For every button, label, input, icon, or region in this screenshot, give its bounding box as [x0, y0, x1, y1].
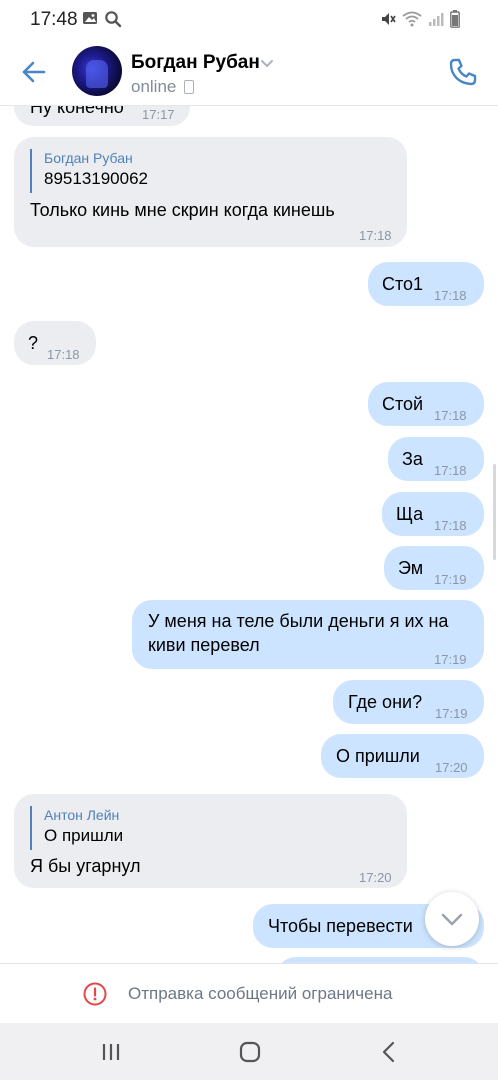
chevron-down-icon	[441, 913, 463, 926]
chevron-down-icon[interactable]	[258, 54, 276, 72]
image-icon	[82, 10, 98, 33]
scroll-down-button[interactable]	[425, 892, 479, 946]
recent-apps-icon	[102, 1044, 120, 1060]
message-time: 17:19	[434, 652, 467, 667]
status-time: 17:48	[30, 9, 78, 30]
battery-icon	[450, 10, 460, 33]
message-text-line-2: киви перевел	[148, 635, 260, 655]
message-text: Эм	[398, 558, 424, 578]
message-text: Ща	[396, 504, 424, 524]
message-text: ?	[28, 333, 39, 353]
message-time: 17:18	[434, 288, 467, 303]
avatar[interactable]	[72, 46, 122, 96]
message-time: 17:17	[142, 107, 175, 122]
phone-icon	[449, 58, 477, 86]
message-time: 17:18	[434, 408, 467, 423]
reply-author: Антон Лейн	[44, 807, 120, 823]
message-outgoing[interactable]: Эм 17:19	[384, 546, 484, 590]
message-text: О пришли	[336, 746, 420, 766]
message-outgoing[interactable]: За 17:18	[388, 437, 484, 481]
message-time: 17:20	[435, 760, 468, 775]
home-icon	[239, 1041, 261, 1063]
recent-apps-button[interactable]	[96, 1037, 126, 1067]
message-text: Чтобы перевести	[268, 916, 413, 936]
message-time: 17:18	[434, 463, 467, 478]
message-text: За	[402, 449, 423, 469]
mobile-online-icon	[184, 80, 194, 94]
reply-quote[interactable]: Богдан Рубан 89513190062	[30, 149, 148, 193]
message-incoming[interactable]: Ну конечно 17:17	[14, 106, 190, 126]
message-text: Где они?	[348, 692, 423, 712]
message-outgoing[interactable]: Стой 17:18	[368, 382, 484, 426]
message-text: Только кинь мне скрин когда кинешь	[30, 200, 335, 220]
reply-author: Богдан Рубан	[44, 150, 133, 166]
message-outgoing[interactable]: У меня на теле были деньги я их на киви …	[132, 600, 484, 669]
back-nav-button[interactable]	[374, 1037, 404, 1067]
message-time: 17:18	[434, 518, 467, 533]
scrollbar[interactable]	[493, 464, 496, 560]
message-list[interactable]: Ну конечно 17:17 Богдан Рубан 8951319006…	[0, 106, 498, 963]
message-time: 17:19	[435, 706, 468, 721]
alert-circle-icon	[83, 982, 107, 1006]
contact-name[interactable]: Богдан Рубан	[131, 52, 260, 74]
search-icon	[104, 10, 122, 33]
message-outgoing[interactable]: Сто1 17:18	[368, 262, 484, 306]
message-time: 17:19	[434, 572, 467, 587]
call-button[interactable]	[446, 55, 480, 89]
reply-text: 89513190062	[44, 169, 149, 188]
reply-text: О пришли	[44, 826, 124, 845]
message-outgoing[interactable]: Где они? 17:19	[333, 680, 484, 724]
message-text: Я бы угарнул	[30, 856, 141, 876]
home-button[interactable]	[235, 1037, 265, 1067]
message-text: Сто1	[382, 274, 424, 294]
contact-status: online	[131, 77, 177, 96]
wifi-icon	[402, 11, 422, 32]
reply-quote[interactable]: Антон Лейн О пришли	[30, 806, 123, 850]
message-incoming[interactable]: ? 17:18	[14, 321, 96, 365]
back-icon	[382, 1041, 395, 1063]
back-button[interactable]	[18, 56, 50, 88]
message-time: 17:18	[359, 228, 392, 243]
status-bar: 17:48	[0, 0, 498, 38]
message-text-line-1: У меня на теле были деньги я их на	[148, 611, 449, 631]
system-nav-bar	[0, 1023, 498, 1080]
message-outgoing[interactable]: О пришли 17:20	[321, 734, 484, 778]
messaging-restricted-bar: Отправка сообщений ограничена	[0, 963, 498, 1023]
signal-icon	[428, 11, 444, 32]
restricted-text: Отправка сообщений ограничена	[128, 984, 393, 1003]
mute-icon	[380, 11, 396, 32]
message-time: 17:18	[47, 347, 80, 362]
message-text: Ну конечно	[30, 106, 124, 117]
message-incoming[interactable]: Антон Лейн О пришли Я бы угарнул 17:20	[14, 794, 407, 888]
message-incoming[interactable]: Богдан Рубан 89513190062 Только кинь мне…	[14, 137, 407, 247]
chat-header: Богдан Рубан online	[0, 38, 498, 106]
arrow-left-icon	[22, 61, 46, 83]
message-text: Стой	[382, 394, 424, 414]
message-outgoing[interactable]: Ща 17:18	[382, 492, 484, 536]
message-time: 17:20	[359, 870, 392, 885]
